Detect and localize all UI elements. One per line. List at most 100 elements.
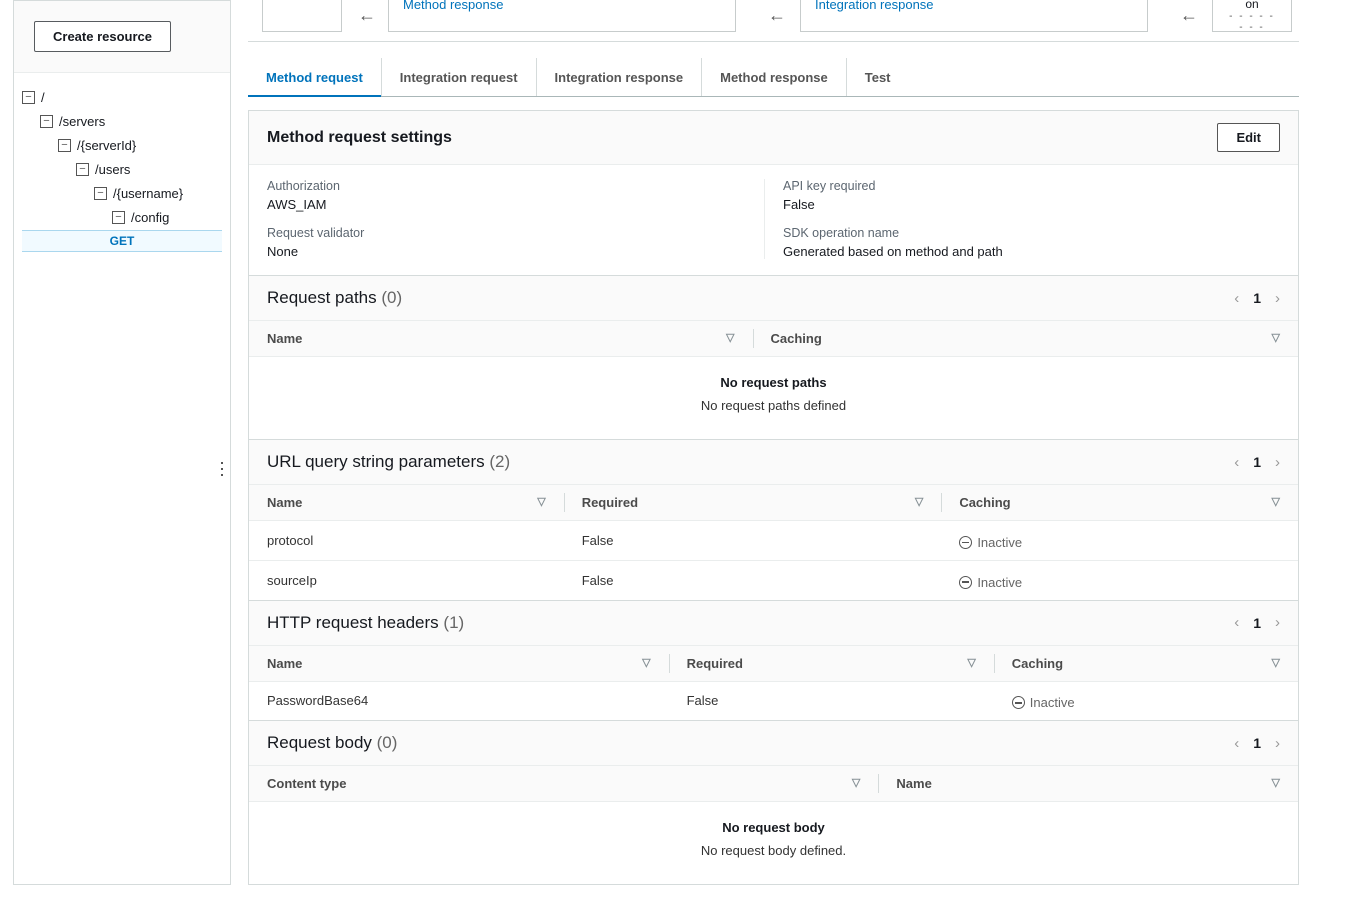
status-inactive: Inactive	[959, 535, 1022, 550]
title-text: Request paths	[267, 288, 377, 307]
tree-label: /config	[131, 210, 169, 225]
chevron-left-icon[interactable]: ‹	[1234, 614, 1239, 631]
tree-item[interactable]: − /{serverId}	[22, 133, 222, 157]
headers-table: Name ▽ Required ▽ Caching ▽ PasswordBase64 …	[249, 645, 1298, 721]
sort-icon[interactable]: ▽	[1272, 495, 1280, 508]
column-header[interactable]: Name	[267, 331, 302, 346]
request-paths-table: Name ▽ Caching ▽	[249, 320, 1298, 357]
pager: ‹ 1 ›	[1234, 735, 1280, 752]
count-badge: (2)	[489, 452, 510, 471]
tree-item[interactable]: − /servers	[22, 109, 222, 133]
diagram-end-dots: - - - - - - - -	[1227, 11, 1277, 33]
chevron-right-icon[interactable]: ›	[1275, 614, 1280, 631]
method-response-link[interactable]: Method response	[403, 0, 503, 12]
count-badge: (0)	[381, 288, 402, 307]
chevron-right-icon[interactable]: ›	[1275, 290, 1280, 307]
column-header[interactable]: Name	[896, 776, 931, 791]
chevron-left-icon[interactable]: ‹	[1234, 454, 1239, 471]
panel-title: Method request settings	[267, 129, 452, 147]
kv-label: SDK operation name	[783, 226, 1280, 240]
minus-circle-icon	[959, 576, 972, 589]
cell-required: False	[669, 681, 994, 720]
collapse-icon[interactable]: −	[22, 91, 35, 104]
collapse-icon[interactable]: −	[58, 139, 71, 152]
cell-required: False	[564, 521, 942, 561]
tab-test[interactable]: Test	[847, 58, 909, 96]
column-header[interactable]: Content type	[267, 776, 346, 791]
sort-icon[interactable]: ▽	[642, 656, 650, 669]
panel-http-headers: HTTP request headers (1) ‹ 1 › Name▽ Req…	[248, 601, 1299, 722]
count-badge: (0)	[377, 733, 398, 752]
collapse-icon[interactable]: −	[112, 211, 125, 224]
table-row[interactable]: protocol False Inactive	[249, 521, 1298, 561]
integration-response-link[interactable]: Integration response	[815, 0, 934, 12]
panel-request-paths: Request paths (0) ‹ 1 › Name ▽ Caching ▽ N…	[248, 276, 1299, 440]
sort-icon[interactable]: ▽	[852, 776, 860, 789]
cell-name: sourceIp	[249, 560, 564, 599]
chevron-left-icon[interactable]: ‹	[1234, 290, 1239, 307]
create-resource-button[interactable]: Create resource	[34, 21, 171, 52]
tab-method-request[interactable]: Method request	[248, 58, 382, 96]
kv-label: Authorization	[267, 179, 764, 193]
column-header[interactable]: Required	[582, 495, 638, 510]
tab-integration-request[interactable]: Integration request	[382, 58, 537, 96]
tree-item[interactable]: − /config	[22, 205, 222, 229]
tree-label: /	[41, 90, 45, 105]
diagram-box-integration-response[interactable]: Integration response	[800, 0, 1148, 32]
sort-icon[interactable]: ▽	[1272, 656, 1280, 669]
tab-method-response[interactable]: Method response	[702, 58, 847, 96]
collapse-icon[interactable]: −	[40, 115, 53, 128]
column-header[interactable]: Name	[267, 495, 302, 510]
sidebar: Create resource − / − /servers − /{serve…	[13, 0, 231, 885]
arrow-left-icon: ←	[768, 5, 786, 26]
title-text: URL query string parameters	[267, 452, 485, 471]
column-header[interactable]: Name	[267, 656, 302, 671]
diagram-box	[262, 0, 342, 32]
tree-item[interactable]: − /users	[22, 157, 222, 181]
status-text: Inactive	[977, 535, 1022, 550]
tab-integration-response[interactable]: Integration response	[537, 58, 703, 96]
column-header[interactable]: Caching	[959, 495, 1010, 510]
status-inactive: Inactive	[1012, 695, 1075, 710]
tree-label: /servers	[59, 114, 105, 129]
count-badge: (1)	[443, 613, 464, 632]
cell-required: False	[564, 560, 942, 599]
diagram-box-method-response[interactable]: Method response	[388, 0, 736, 32]
sort-icon[interactable]: ▽	[726, 331, 734, 344]
diagram-end-label: on	[1227, 0, 1277, 11]
minus-circle-icon	[959, 536, 972, 549]
table-row[interactable]: PasswordBase64 False Inactive	[249, 681, 1298, 720]
tree-method-get[interactable]: GET	[22, 230, 222, 252]
collapse-icon[interactable]: −	[76, 163, 89, 176]
pager: ‹ 1 ›	[1234, 614, 1280, 631]
column-header[interactable]: Caching	[1012, 656, 1063, 671]
page-number: 1	[1253, 735, 1261, 751]
panel-title: URL query string parameters (2)	[267, 452, 510, 472]
diagram-box-end: on - - - - - - - -	[1212, 0, 1292, 32]
edit-button[interactable]: Edit	[1217, 123, 1280, 152]
sort-icon[interactable]: ▽	[915, 495, 923, 508]
chevron-right-icon[interactable]: ›	[1275, 454, 1280, 471]
sort-icon[interactable]: ▽	[1272, 331, 1280, 344]
kv-label: API key required	[783, 179, 1280, 193]
resize-handle-icon[interactable]	[221, 462, 228, 476]
panel-request-body: Request body (0) ‹ 1 › Content type▽ Nam…	[248, 721, 1299, 885]
column-header[interactable]: Required	[687, 656, 743, 671]
sort-icon[interactable]: ▽	[967, 656, 975, 669]
settings-grid: Authorization AWS_IAM Request validator …	[249, 165, 1298, 275]
sort-icon[interactable]: ▽	[1272, 776, 1280, 789]
chevron-left-icon[interactable]: ‹	[1234, 735, 1239, 752]
collapse-icon[interactable]: −	[94, 187, 107, 200]
tree-item[interactable]: − /{username}	[22, 181, 222, 205]
body-table: Content type ▽ Name ▽	[249, 765, 1298, 802]
method-execution-diagram: ← Method response ← Integration response…	[248, 0, 1299, 42]
tree-label: /{username}	[113, 186, 183, 201]
chevron-right-icon[interactable]: ›	[1275, 735, 1280, 752]
column-header[interactable]: Caching	[771, 331, 822, 346]
table-row[interactable]: sourceIp False Inactive	[249, 560, 1298, 599]
method-tabs: Method request Integration request Integ…	[248, 58, 1299, 97]
kv-label: Request validator	[267, 226, 764, 240]
tree-item[interactable]: − /	[22, 85, 222, 109]
page-number: 1	[1253, 290, 1261, 306]
sort-icon[interactable]: ▽	[537, 495, 545, 508]
